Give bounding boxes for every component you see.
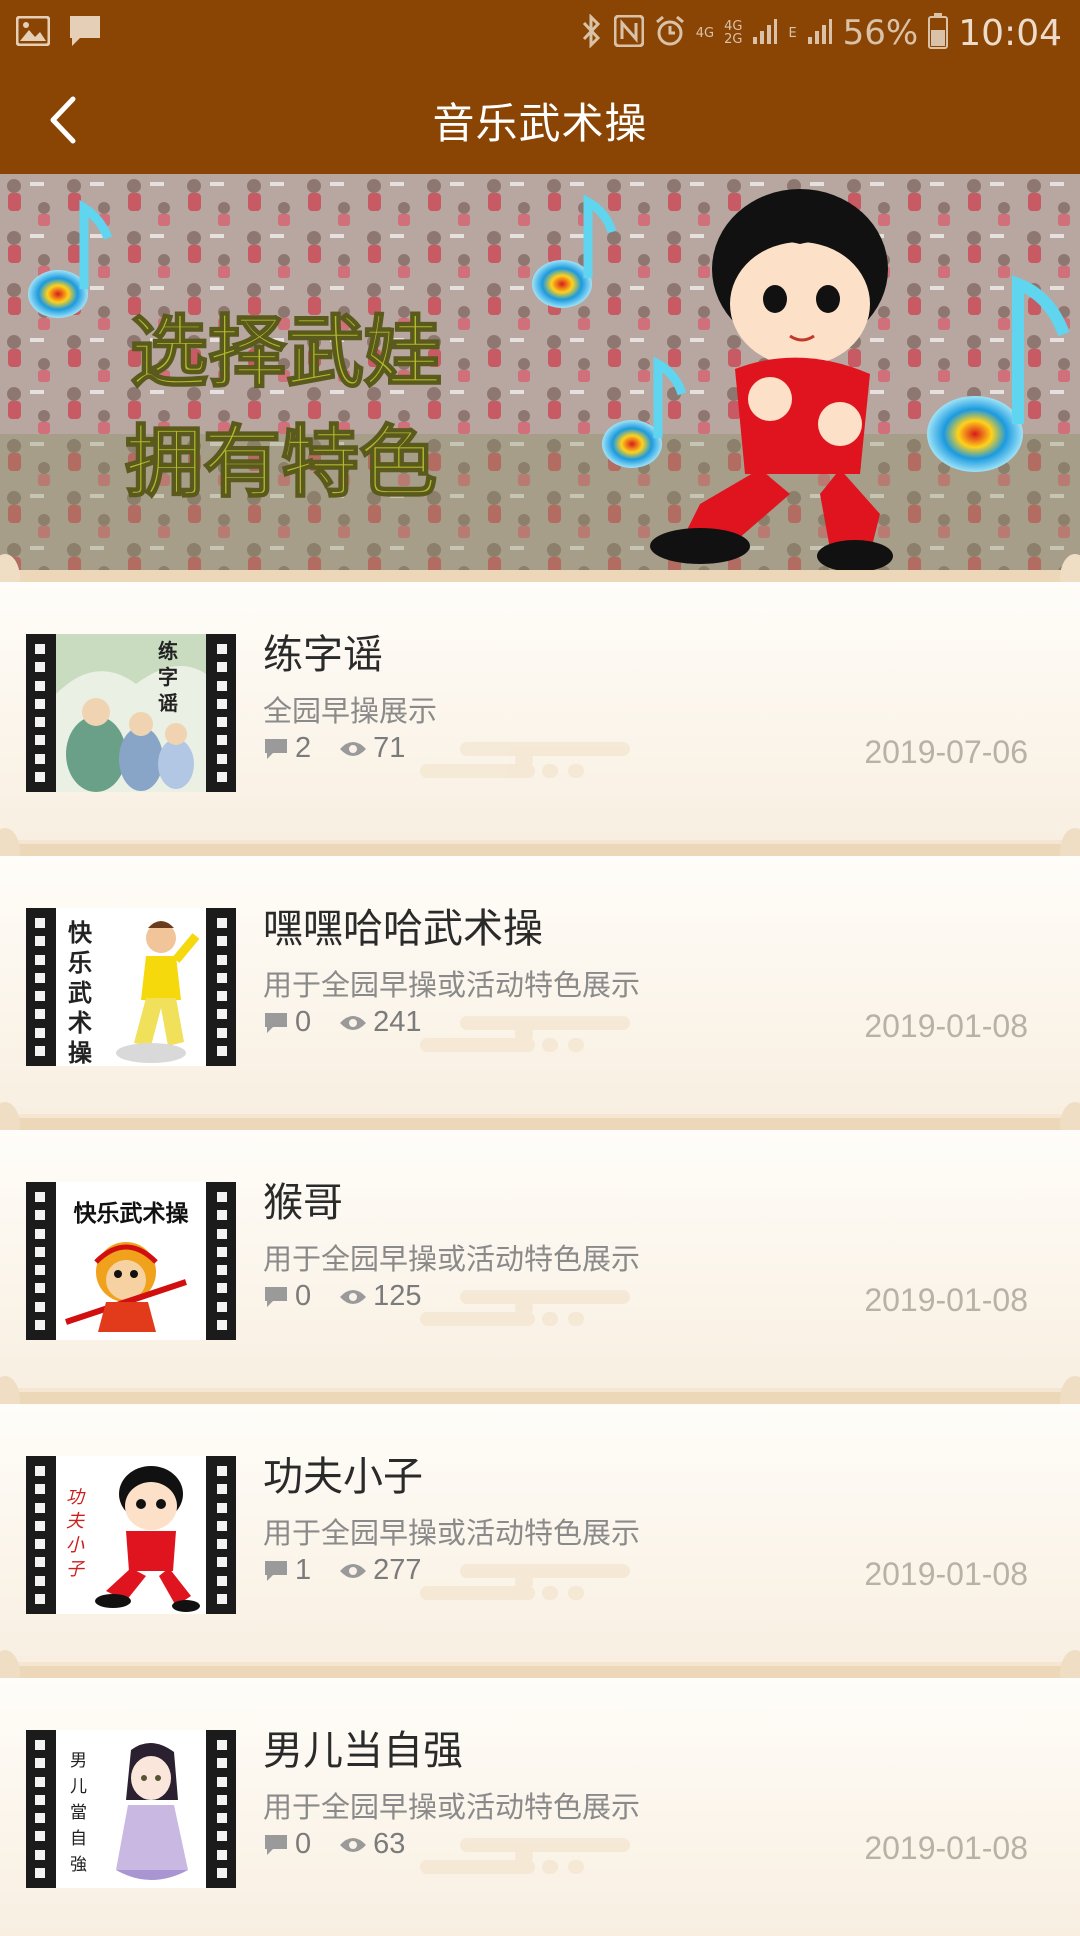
decor-cloud	[420, 742, 640, 792]
item-title: 练字谣	[263, 632, 383, 678]
thumbnail-caption: 功夫小子	[66, 1487, 84, 1580]
view-count: 277	[373, 1554, 422, 1586]
list-item[interactable]: 功夫小子 功夫小子 用于全园早操或活动特色展示 1 277 2019-01-08	[0, 1404, 1080, 1662]
decor-cloud	[420, 1290, 640, 1340]
video-list[interactable]: 练字谣 练字谣 全园早操展示 2 71 2019-07-06 快乐武术操 嘿嘿哈…	[0, 554, 1080, 1936]
item-title: 男儿当自强	[263, 1728, 463, 1774]
thumbnail-caption: 练字谣	[158, 639, 178, 715]
video-thumbnail[interactable]: 功夫小子	[26, 1456, 236, 1614]
item-subtitle: 用于全园早操或活动特色展示	[263, 1516, 641, 1550]
comment-icon	[265, 1012, 287, 1033]
thumbnail-frame: 功夫小子	[56, 1456, 206, 1614]
item-date: 2019-07-06	[864, 734, 1028, 770]
item-subtitle: 用于全园早操或活动特色展示	[263, 1242, 641, 1276]
film-perforation	[208, 908, 236, 1066]
film-perforation	[26, 1730, 54, 1888]
app-header: 音乐武术操	[0, 66, 1080, 174]
battery-percent: 56%	[842, 13, 919, 53]
bluetooth-icon	[580, 13, 604, 52]
item-stats: 2 71	[263, 732, 405, 765]
thumbnail-frame: 快乐武术操	[56, 908, 206, 1066]
thumbnail-frame: 练字谣	[56, 634, 206, 792]
status-bar: 4G 4G 2G E 56% 10:04	[0, 0, 1080, 66]
banner-image[interactable]: 选择武娃 拥有特色	[0, 174, 1080, 570]
thumbnail-frame: 男儿當自強	[56, 1730, 206, 1888]
signal-icon-2	[807, 17, 833, 49]
eye-icon	[340, 1563, 367, 1578]
item-stats: 0 125	[263, 1280, 422, 1313]
film-perforation	[26, 634, 54, 792]
network-type-stack: 4G 2G	[724, 20, 742, 46]
signal-icon	[752, 17, 778, 49]
item-stats: 0 241	[263, 1006, 422, 1039]
video-thumbnail[interactable]: 快乐武术操	[26, 908, 236, 1066]
eye-icon	[340, 741, 367, 756]
eye-icon	[340, 1015, 367, 1030]
item-title: 功夫小子	[263, 1454, 423, 1500]
battery-icon	[928, 13, 949, 53]
network-type-3: 2G	[724, 32, 743, 47]
comment-count: 2	[295, 732, 312, 764]
item-title: 嘿嘿哈哈武术操	[263, 906, 543, 952]
list-item[interactable]: 快乐武术操 猴哥 用于全园早操或活动特色展示 0 125 2019-01-08	[0, 1130, 1080, 1388]
item-title: 猴哥	[263, 1180, 343, 1226]
thumbnail-caption: 快乐武术操	[68, 919, 92, 1066]
banner-slogan-line1: 选择武娃	[130, 308, 442, 398]
film-perforation	[208, 1456, 236, 1614]
comment-icon	[265, 738, 287, 759]
film-perforation	[26, 908, 54, 1066]
view-count: 63	[373, 1828, 406, 1860]
film-perforation	[26, 1182, 54, 1340]
message-notification-icon	[68, 14, 102, 52]
film-perforation	[26, 1456, 54, 1614]
gallery-notification-icon	[15, 15, 51, 50]
video-thumbnail[interactable]: 男儿當自強	[26, 1730, 236, 1888]
network-type-1: 4G	[695, 25, 715, 41]
chevron-left-icon	[50, 96, 76, 144]
decor-cloud	[420, 1838, 640, 1888]
decor-cloud	[420, 1016, 640, 1066]
view-count: 71	[373, 732, 406, 764]
eye-icon	[340, 1837, 367, 1852]
list-item[interactable]: 练字谣 练字谣 全园早操展示 2 71 2019-07-06	[0, 582, 1080, 840]
thumbnail-caption: 男儿當自強	[70, 1751, 87, 1875]
item-date: 2019-01-08	[864, 1556, 1028, 1592]
page-title: 音乐武术操	[432, 98, 648, 148]
comment-count: 1	[295, 1554, 312, 1586]
film-perforation	[208, 1730, 236, 1888]
network-type-4: E	[788, 25, 797, 41]
thumbnail-frame: 快乐武术操	[56, 1182, 206, 1340]
alarm-icon	[654, 15, 686, 51]
comment-count: 0	[295, 1006, 312, 1038]
item-subtitle: 用于全园早操或活动特色展示	[263, 968, 641, 1002]
film-perforation	[208, 1182, 236, 1340]
film-perforation	[208, 634, 236, 792]
comment-icon	[265, 1560, 287, 1581]
comment-icon	[265, 1834, 287, 1855]
back-button[interactable]	[30, 86, 94, 154]
view-count: 125	[373, 1280, 422, 1312]
item-stats: 1 277	[263, 1554, 422, 1587]
video-thumbnail[interactable]: 练字谣	[26, 634, 236, 792]
item-subtitle: 全园早操展示	[263, 694, 438, 728]
view-count: 241	[373, 1006, 422, 1038]
banner-slogan-line2: 拥有特色	[125, 418, 437, 508]
list-item[interactable]: 快乐武术操 嘿嘿哈哈武术操 用于全园早操或活动特色展示 0 241 2019-0…	[0, 856, 1080, 1114]
nfc-icon	[613, 14, 645, 51]
decor-cloud	[420, 1564, 640, 1614]
video-thumbnail[interactable]: 快乐武术操	[26, 1182, 236, 1340]
eye-icon	[340, 1289, 367, 1304]
item-subtitle: 用于全园早操或活动特色展示	[263, 1790, 641, 1824]
item-date: 2019-01-08	[864, 1282, 1028, 1318]
item-date: 2019-01-08	[864, 1008, 1028, 1044]
item-date: 2019-01-08	[864, 1830, 1028, 1866]
clock: 10:04	[958, 12, 1062, 54]
comment-count: 0	[295, 1828, 312, 1860]
comment-icon	[265, 1286, 287, 1307]
comment-count: 0	[295, 1280, 312, 1312]
item-stats: 0 63	[263, 1828, 405, 1861]
list-item[interactable]: 男儿當自強 男儿当自强 用于全园早操或活动特色展示 0 63 2019-01-0…	[0, 1678, 1080, 1936]
